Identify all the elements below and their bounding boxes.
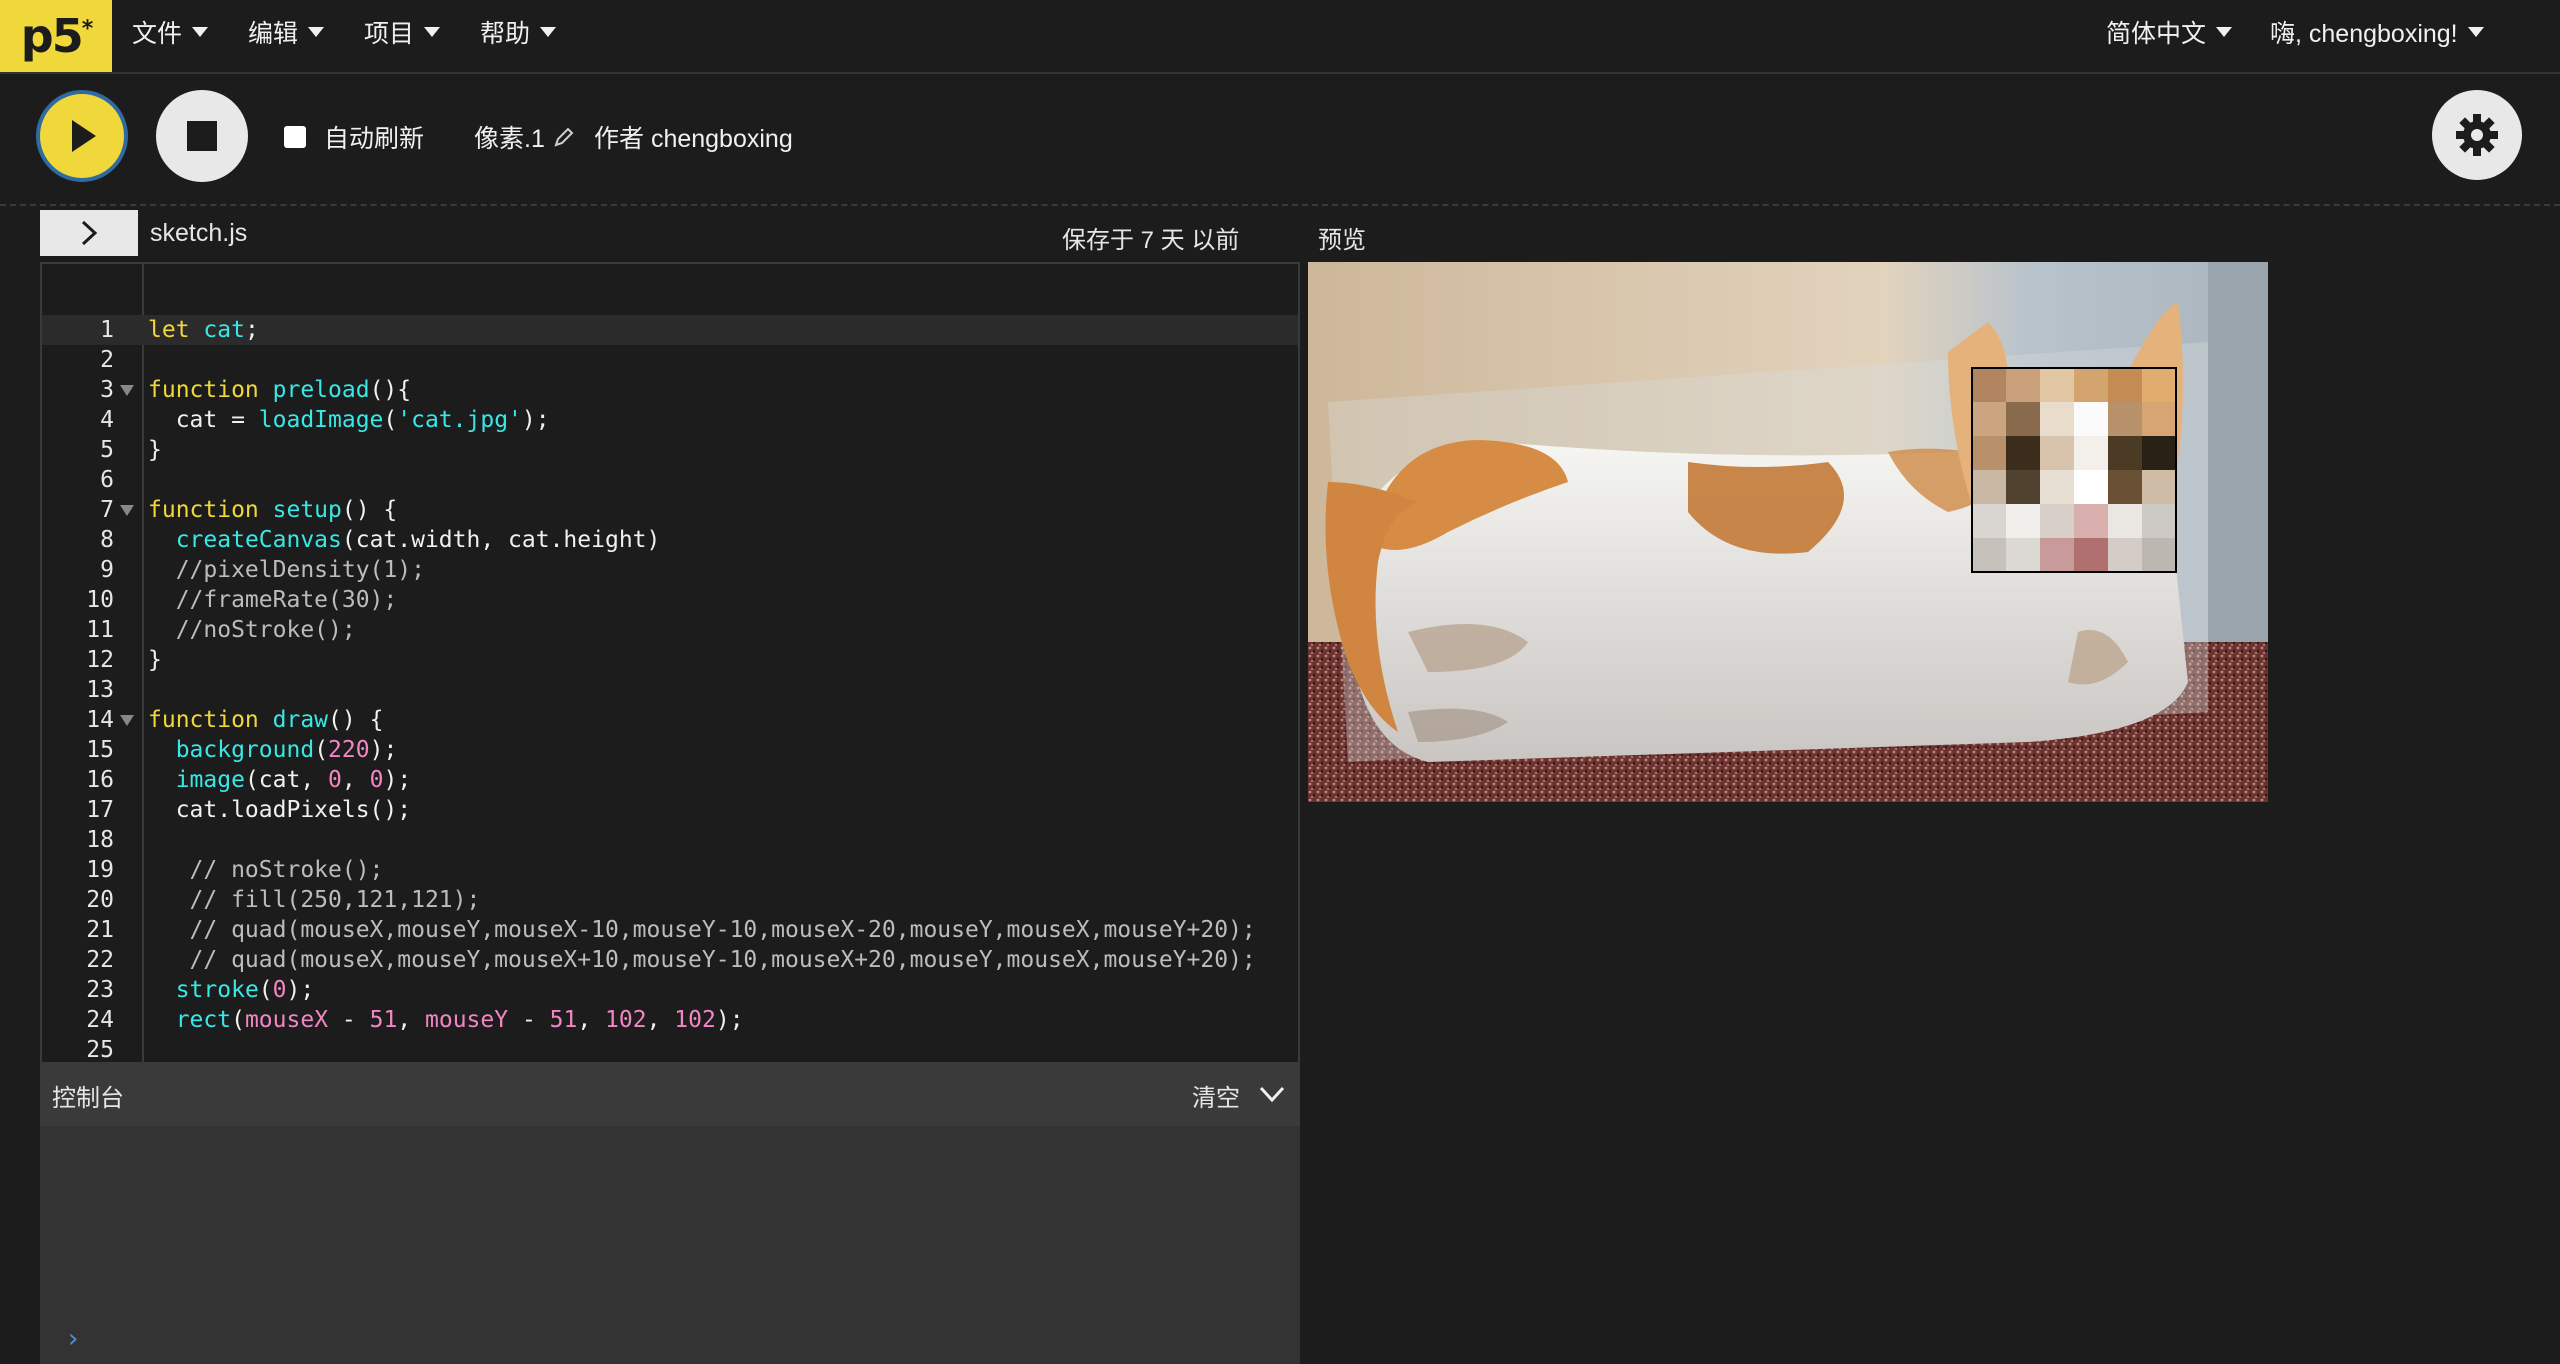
code-line[interactable]: //frameRate(30); — [148, 585, 398, 615]
sketch-name-text: 像素.1 — [474, 125, 545, 153]
line-number: 6 — [100, 467, 114, 493]
fold-arrow-icon[interactable] — [120, 505, 134, 516]
toolbar: 自动刷新 像素.1 作者 chengboxing — [0, 74, 2560, 204]
code-line[interactable]: cat.loadPixels(); — [148, 795, 411, 825]
sidebar-toggle-button[interactable] — [40, 210, 138, 256]
line-number: 22 — [86, 947, 114, 973]
code-line[interactable]: } — [148, 435, 162, 465]
line-number: 24 — [86, 1007, 114, 1033]
line-number: 25 — [86, 1037, 114, 1063]
console-header: 控制台 清空 — [40, 1064, 1300, 1126]
preview-canvas[interactable] — [1308, 262, 2268, 802]
code-line[interactable]: function setup() { — [148, 495, 397, 525]
line-number: 4 — [100, 407, 114, 433]
line-number: 3 — [100, 377, 114, 403]
saved-status: 保存于 7 天 以前 — [1062, 226, 1240, 254]
user-menu[interactable]: 嗨, chengboxing! — [2270, 0, 2484, 64]
chevron-down-icon[interactable] — [1258, 1082, 1286, 1106]
chevron-down-icon — [308, 27, 325, 37]
console-prompt[interactable]: › — [68, 1324, 78, 1354]
settings-button[interactable] — [2432, 90, 2522, 180]
line-number: 21 — [86, 917, 114, 943]
play-button[interactable] — [36, 90, 128, 182]
code-line[interactable]: let cat; — [148, 315, 259, 345]
menu-file[interactable]: 文件 — [132, 0, 209, 64]
line-number: 10 — [86, 587, 114, 613]
play-icon — [72, 120, 96, 152]
code-line[interactable]: function preload(){ — [148, 375, 411, 405]
chevron-down-icon — [540, 27, 557, 37]
line-number: 15 — [86, 737, 114, 763]
autorefresh-label: 自动刷新 — [324, 125, 425, 153]
code-line[interactable]: } — [148, 645, 162, 675]
code-line[interactable]: //pixelDensity(1); — [148, 555, 425, 585]
pencil-icon[interactable] — [553, 126, 575, 148]
line-number: 2 — [100, 347, 114, 373]
chevron-down-icon — [2467, 27, 2484, 37]
line-number: 23 — [86, 977, 114, 1003]
line-number: 9 — [100, 557, 114, 583]
code-line[interactable]: cat = loadImage('cat.jpg'); — [148, 405, 550, 435]
chevron-down-icon — [424, 27, 441, 37]
author-label: 作者 chengboxing — [594, 125, 793, 153]
line-number: 13 — [86, 677, 114, 703]
line-number: 20 — [86, 887, 114, 913]
toolbar-divider — [0, 204, 2560, 206]
file-tab[interactable]: sketch.js — [150, 210, 247, 256]
line-number: 8 — [100, 527, 114, 553]
code-line[interactable]: background(220); — [148, 735, 398, 765]
code-line[interactable]: createCanvas(cat.width, cat.height) — [148, 525, 661, 555]
code-line[interactable]: // noStroke(); — [148, 855, 384, 885]
autorefresh-checkbox[interactable] — [284, 126, 306, 148]
console-title: 控制台 — [52, 1084, 124, 1112]
line-number: 17 — [86, 797, 114, 823]
p5-logo[interactable]: p5* — [0, 0, 112, 72]
stop-icon — [187, 121, 217, 151]
line-number: 1 — [100, 317, 114, 343]
fold-arrow-icon[interactable] — [120, 385, 134, 396]
code-line[interactable]: // quad(mouseX,mouseY,mouseX-10,mouseY-1… — [148, 915, 1256, 945]
code-line[interactable]: stroke(0); — [148, 975, 315, 1005]
line-number: 7 — [100, 497, 114, 523]
gear-icon — [2456, 114, 2498, 156]
code-line[interactable]: // quad(mouseX,mouseY,mouseX+10,mouseY-1… — [148, 945, 1256, 975]
code-editor[interactable]: 1 2 3 4 5 6 7 8 9 10 11 12 13 14 15 16 1… — [40, 262, 1300, 1064]
cat-image — [1308, 262, 2268, 802]
line-number: 18 — [86, 827, 114, 853]
code-line[interactable]: image(cat, 0, 0); — [148, 765, 411, 795]
menu-project[interactable]: 项目 — [364, 0, 441, 64]
console-output: › — [40, 1126, 1300, 1364]
stop-button[interactable] — [156, 90, 248, 182]
line-number: 12 — [86, 647, 114, 673]
console-clear-button[interactable]: 清空 — [1192, 1064, 1240, 1126]
language-menu[interactable]: 简体中文 — [2106, 0, 2233, 64]
chevron-down-icon — [2216, 27, 2233, 37]
line-number: 5 — [100, 437, 114, 463]
menu-help[interactable]: 帮助 — [480, 0, 557, 64]
line-number: 19 — [86, 857, 114, 883]
menu-edit[interactable]: 编辑 — [248, 0, 325, 64]
line-number: 14 — [86, 707, 114, 733]
code-line[interactable]: rect(mouseX - 51, mouseY - 51, 102, 102)… — [148, 1005, 744, 1035]
preview-label: 预览 — [1318, 226, 1366, 254]
line-number: 11 — [86, 617, 114, 643]
code-line[interactable]: //noStroke(); — [148, 615, 356, 645]
code-line[interactable]: function draw() { — [148, 705, 383, 735]
chevron-down-icon — [192, 27, 209, 37]
top-nav: p5* 文件 编辑 项目 帮助 简体中文 嗨, chengboxing! — [0, 0, 2560, 74]
chevron-right-icon — [81, 220, 98, 246]
code-line[interactable]: // fill(250,121,121); — [148, 885, 481, 915]
sketch-name[interactable]: 像素.1 — [474, 74, 575, 200]
pixelated-face — [1971, 367, 2177, 573]
line-number: 16 — [86, 767, 114, 793]
autorefresh-toggle[interactable]: 自动刷新 — [284, 74, 424, 200]
fold-arrow-icon[interactable] — [120, 715, 134, 726]
